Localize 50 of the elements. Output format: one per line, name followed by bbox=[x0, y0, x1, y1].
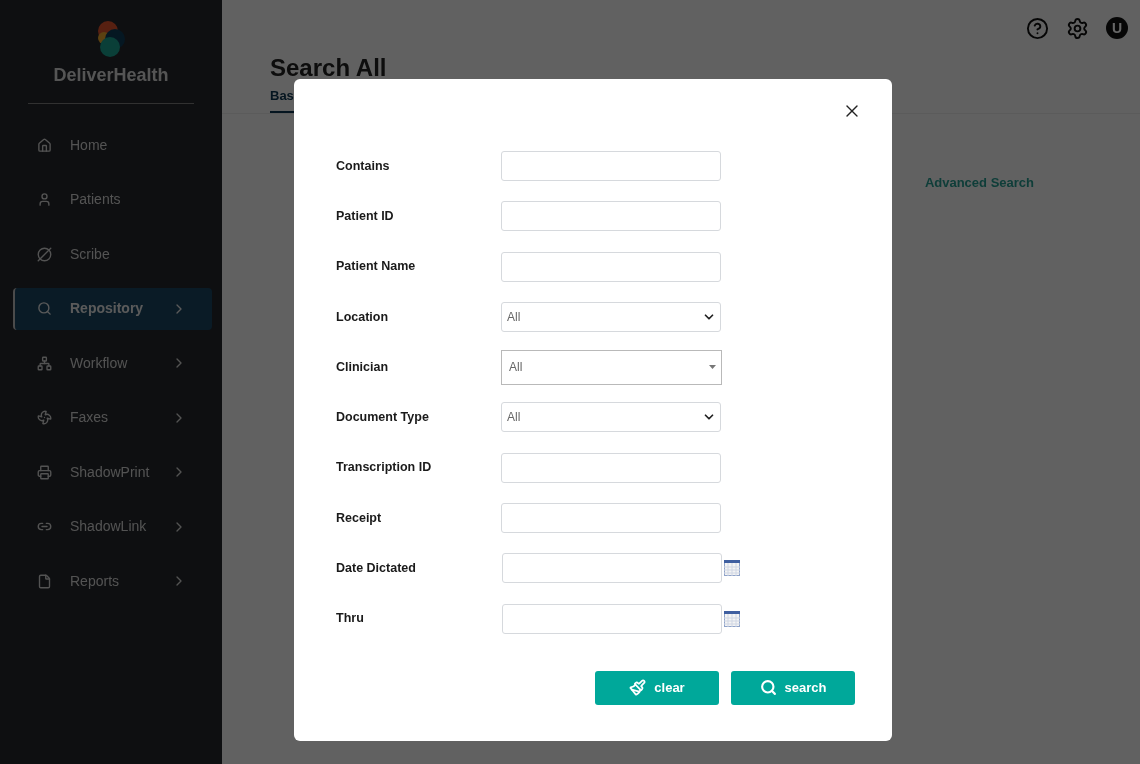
dropdown-field[interactable]: All bbox=[501, 402, 721, 433]
search-button[interactable]: search bbox=[731, 670, 855, 705]
text-field[interactable] bbox=[501, 503, 721, 534]
text-field[interactable] bbox=[501, 251, 721, 282]
home-icon bbox=[37, 137, 52, 153]
nav-item[interactable]: Reports bbox=[13, 560, 212, 602]
printer-icon bbox=[37, 464, 52, 480]
nav-item[interactable]: Scribe bbox=[13, 233, 212, 275]
document-icon bbox=[37, 573, 52, 589]
text-field[interactable] bbox=[501, 151, 721, 181]
nav-item[interactable]: Workflow bbox=[13, 342, 212, 384]
field-label: Patient Name bbox=[336, 258, 417, 276]
dropdown-field[interactable]: All bbox=[501, 349, 722, 385]
field-label: Clinician bbox=[336, 358, 390, 376]
brand-name: DeliverHealth bbox=[53, 64, 169, 87]
nav-item[interactable]: ShadowLink bbox=[13, 505, 212, 548]
dropdown-field[interactable]: All bbox=[501, 301, 721, 332]
field-label: Document Type bbox=[336, 409, 430, 427]
clear-button[interactable]: clear bbox=[595, 670, 719, 705]
field-label: Transcription ID bbox=[336, 459, 433, 477]
date-field[interactable] bbox=[502, 553, 722, 584]
help-icon[interactable] bbox=[1026, 16, 1049, 40]
calendar-icon[interactable] bbox=[724, 610, 740, 627]
search-icon bbox=[759, 679, 777, 697]
field-label: Thru bbox=[336, 610, 365, 628]
slashed-circle-icon bbox=[37, 246, 52, 262]
field-label: Date Dictated bbox=[336, 560, 417, 577]
advanced-search-link[interactable]: Advanced Search bbox=[924, 172, 1034, 192]
caret-icon bbox=[709, 365, 716, 370]
user-avatar[interactable]: U bbox=[1106, 17, 1128, 39]
search-icon bbox=[37, 301, 52, 316]
calendar-icon[interactable] bbox=[724, 560, 740, 577]
field-label: Location bbox=[336, 308, 390, 326]
text-field[interactable] bbox=[501, 452, 721, 483]
logo-icon bbox=[96, 20, 126, 60]
date-field[interactable] bbox=[502, 603, 722, 634]
network-icon bbox=[37, 355, 52, 371]
field-label: Patient ID bbox=[336, 207, 395, 225]
field-label: Contains bbox=[336, 157, 391, 175]
field-label: Receipt bbox=[336, 509, 383, 527]
text-field[interactable] bbox=[501, 201, 721, 232]
nav-item[interactable]: Patients bbox=[13, 178, 212, 221]
nav-item[interactable]: Faxes bbox=[13, 396, 212, 439]
nav-item[interactable]: Repository bbox=[13, 287, 212, 330]
brush-icon bbox=[629, 679, 647, 697]
nav-item[interactable]: Home bbox=[13, 124, 212, 166]
page-title: Search All bbox=[270, 56, 388, 80]
nav-item[interactable]: ShadowPrint bbox=[13, 451, 212, 493]
settings-icon[interactable] bbox=[1066, 16, 1089, 40]
person-icon bbox=[37, 192, 52, 207]
